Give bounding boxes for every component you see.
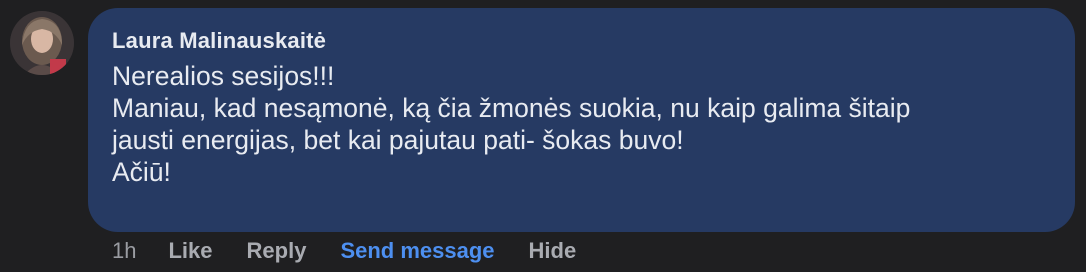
comment-text-line: jausti energijas, bet kai pajutau pati- … — [112, 125, 684, 155]
comment-bubble: Laura Malinauskaitė Nerealios sesijos!!!… — [88, 8, 1075, 232]
comment: Laura Malinauskaitė Nerealios sesijos!!!… — [0, 0, 1086, 272]
comment-text-line: Ačiū! — [112, 157, 171, 187]
reply-button[interactable]: Reply — [247, 238, 307, 264]
comment-author[interactable]: Laura Malinauskaitė — [112, 28, 1051, 54]
comment-text-line: Maniau, kad nesąmonė, ką čia žmonės suok… — [112, 93, 911, 123]
like-button[interactable]: Like — [168, 238, 212, 264]
avatar-photo-icon — [10, 11, 74, 75]
send-message-button[interactable]: Send message — [340, 238, 494, 264]
comment-timestamp[interactable]: 1h — [112, 238, 136, 264]
avatar[interactable] — [10, 11, 74, 75]
hide-button[interactable]: Hide — [529, 238, 577, 264]
comment-actions: 1h Like Reply Send message Hide — [112, 236, 610, 266]
comment-text-line: Nerealios sesijos!!! — [112, 61, 335, 91]
